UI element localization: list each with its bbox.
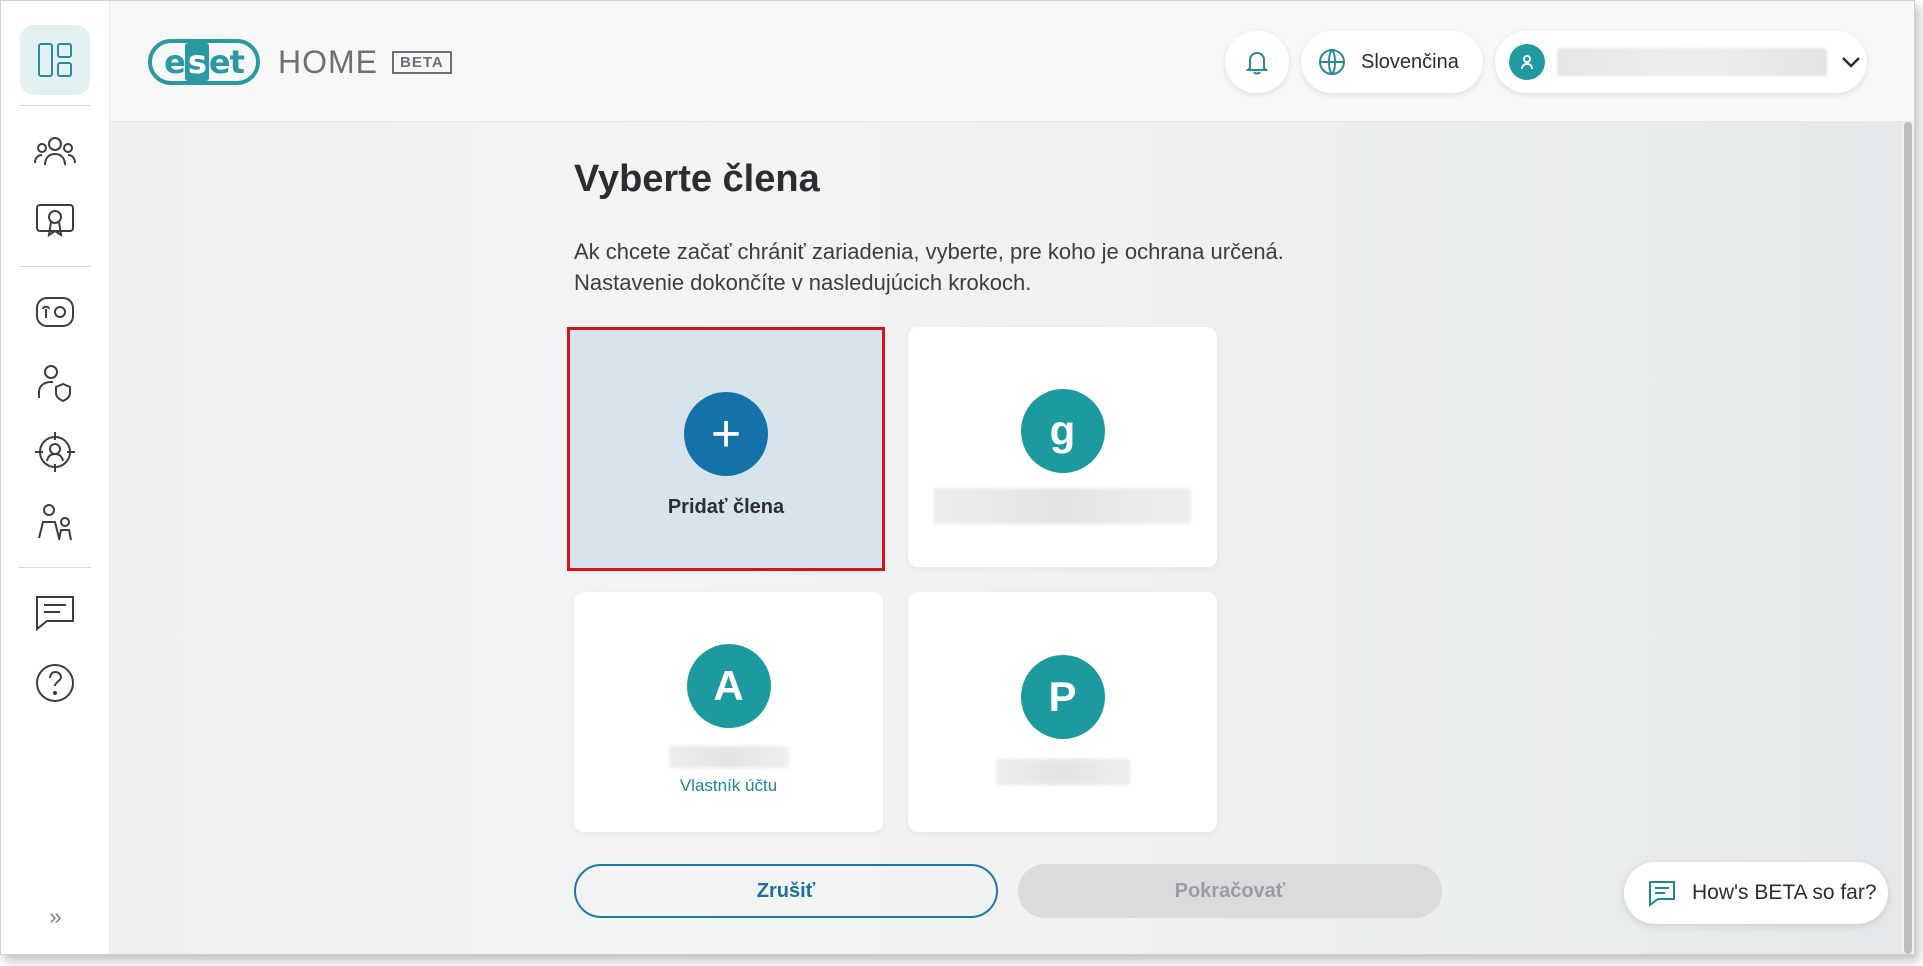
sidebar-item-help[interactable] (20, 648, 90, 718)
account-email-redacted (1557, 48, 1827, 76)
message-icon (36, 596, 74, 632)
sidebar-item-devices[interactable] (20, 277, 90, 347)
member-avatar: g (1020, 389, 1105, 473)
sidebar-expand-icon[interactable]: » (1, 904, 110, 930)
description-line-1: Ak chcete začať chrániť zariadenia, vybe… (574, 239, 1284, 264)
member-name-redacted (995, 759, 1130, 785)
sidebar: » (1, 1, 110, 954)
cancel-button[interactable]: Zrušiť (574, 864, 998, 918)
plus-icon: + (684, 392, 768, 476)
beta-badge: BETA (392, 50, 452, 74)
owner-role-label: Vlastník účtu (679, 776, 778, 795)
main-content: Vyberte člena Ak chcete začať chrániť za… (110, 122, 1914, 954)
page-title: Vyberte člena (574, 158, 820, 200)
feedback-label: How's BETA so far? (1692, 881, 1877, 904)
app-window: » e s et HOME BETA Slovenčina Vyberte člen… (0, 0, 1915, 955)
feedback-button[interactable]: How's BETA so far? (1624, 862, 1888, 924)
user-icon (1521, 55, 1533, 70)
add-member-label: Pridať člena (667, 496, 785, 518)
continue-button[interactable]: Pokračovať (1018, 864, 1442, 918)
notifications-button[interactable] (1225, 31, 1289, 93)
member-card[interactable]: A Vlastník účtu (574, 592, 883, 832)
chat-icon (1649, 881, 1675, 907)
sidebar-item-dashboard[interactable] (20, 25, 90, 95)
globe-icon (1319, 49, 1345, 75)
language-selector[interactable]: Slovenčina (1301, 31, 1483, 93)
family-icon (38, 504, 72, 541)
scrollbar-thumb[interactable] (1904, 122, 1912, 954)
avatar (1509, 44, 1545, 80)
account-menu[interactable] (1495, 31, 1867, 93)
add-member-card[interactable]: + Pridať člena (567, 327, 885, 571)
member-name-redacted (668, 746, 789, 768)
help-icon (36, 664, 74, 702)
sidebar-item-parental[interactable] (20, 487, 90, 557)
dashboard-icon (38, 43, 72, 77)
member-card[interactable]: g (908, 327, 1217, 567)
bell-icon (1245, 51, 1269, 75)
description-line-2: Nastavenie dokončíte v nasledujúcich kro… (574, 270, 1032, 295)
sidebar-item-licenses[interactable] (20, 186, 90, 256)
member-name-redacted (934, 488, 1191, 524)
member-avatar: A (686, 644, 771, 728)
license-icon (36, 204, 74, 238)
user-shield-icon (38, 365, 71, 403)
product-name: HOME (278, 43, 378, 80)
scrollbar[interactable] (1902, 122, 1914, 954)
page-description: Ak chcete začať chrániť zariadenia, vybe… (574, 236, 1284, 298)
member-card[interactable]: P (908, 592, 1217, 832)
eset-logo[interactable]: e s et HOME BETA (148, 39, 452, 85)
sidebar-item-threats[interactable] (20, 417, 90, 487)
sidebar-divider (19, 266, 91, 267)
target-icon (35, 432, 75, 472)
member-avatar: P (1020, 655, 1105, 739)
sidebar-item-messages[interactable] (20, 578, 90, 648)
sidebar-item-family[interactable] (20, 116, 90, 186)
sidebar-item-identity[interactable] (20, 347, 90, 417)
chevron-down-icon (1839, 50, 1863, 74)
sidebar-divider (19, 105, 91, 106)
language-label: Slovenčina (1361, 50, 1459, 73)
device-settings-icon (36, 297, 74, 327)
people-icon (34, 137, 76, 166)
top-header: e s et HOME BETA Slovenčina (110, 1, 1914, 122)
eset-logo-mark: e s et (148, 39, 260, 85)
sidebar-divider (19, 567, 91, 568)
